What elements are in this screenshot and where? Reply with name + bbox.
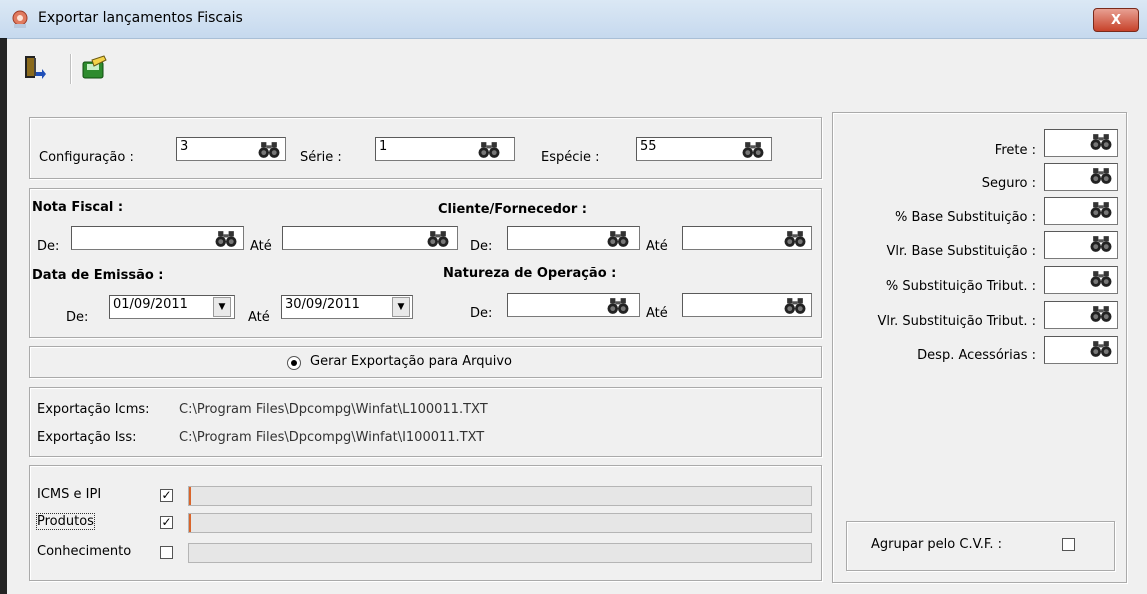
toolbar-separator	[70, 54, 72, 84]
export-icms-path: C:\Program Files\Dpcompg\Winfat\L100011.…	[179, 402, 488, 417]
export-iss-path: C:\Program Files\Dpcompg\Winfat\I100011.…	[179, 430, 485, 445]
configuracao-label: Configuração :	[39, 150, 134, 165]
nf-de-label: De:	[37, 239, 60, 254]
perc-subst-trib-label: % Substituição Tribut. :	[885, 279, 1036, 294]
export-file-radio-label[interactable]: Gerar Exportação para Arquivo	[310, 354, 512, 369]
conhecimento-checkbox[interactable]	[160, 546, 173, 559]
conhecimento-label: Conhecimento	[37, 544, 132, 559]
cliente-fornecedor-label: Cliente/Fornecedor :	[438, 202, 587, 217]
perc-subst-trib-search-icon[interactable]	[1090, 270, 1112, 288]
radio-dot-icon	[291, 360, 297, 366]
close-button[interactable]: X	[1093, 8, 1139, 32]
agrupar-cvf-checkbox[interactable]	[1062, 538, 1075, 551]
close-icon: X	[1110, 12, 1122, 28]
nf-ate-search-icon[interactable]	[427, 230, 449, 248]
produtos-progress	[188, 513, 812, 533]
export-file-radio[interactable]	[287, 356, 301, 370]
data-emissao-label: Data de Emissão :	[32, 268, 164, 283]
data-de-dropdown-button[interactable]: ▼	[213, 297, 231, 317]
frete-search-icon[interactable]	[1090, 133, 1112, 151]
seguro-label: Seguro :	[981, 176, 1036, 191]
data-ate-label: Até	[248, 310, 270, 325]
produtos-checkbox[interactable]: ✓	[160, 516, 173, 529]
seguro-search-icon[interactable]	[1090, 167, 1112, 185]
desp-acessorias-search-icon[interactable]	[1090, 340, 1112, 358]
window-left-border	[0, 38, 7, 594]
cli-de-label: De:	[470, 239, 493, 254]
produtos-label: Produtos	[36, 513, 95, 530]
data-de-label: De:	[66, 310, 89, 325]
export-icms-label: Exportação Icms:	[37, 402, 150, 417]
desp-acessorias-label: Desp. Acessórias :	[917, 348, 1036, 363]
cli-de-search-icon[interactable]	[607, 230, 629, 248]
agrupar-cvf-label: Agrupar pelo C.V.F. :	[871, 537, 1002, 552]
chevron-down-icon: ▼	[218, 302, 226, 312]
vlr-base-subst-search-icon[interactable]	[1090, 235, 1112, 253]
nf-de-search-icon[interactable]	[215, 230, 237, 248]
checkmark-icon: ✓	[161, 515, 172, 529]
window-title: Exportar lançamentos Fiscais	[38, 10, 243, 26]
serie-label: Série :	[300, 150, 342, 165]
serie-search-icon[interactable]	[478, 141, 500, 159]
especie-label: Espécie :	[541, 150, 600, 165]
especie-search-icon[interactable]	[742, 141, 764, 159]
frete-label: Frete :	[994, 143, 1036, 158]
chevron-down-icon: ▼	[397, 302, 405, 312]
cli-ate-label: Até	[646, 239, 668, 254]
nat-de-search-icon[interactable]	[607, 297, 629, 315]
app-icon	[12, 10, 28, 28]
nf-ate-label: Até	[250, 239, 272, 254]
title-bar[interactable]: Exportar lançamentos Fiscais X	[0, 0, 1147, 39]
icms-ipi-checkbox[interactable]: ✓	[160, 489, 173, 502]
exit-door-icon[interactable]	[22, 54, 46, 82]
nat-ate-label: Até	[646, 306, 668, 321]
nat-ate-search-icon[interactable]	[784, 297, 806, 315]
data-ate-dropdown-button[interactable]: ▼	[392, 297, 410, 317]
conhecimento-progress	[188, 543, 812, 563]
vlr-subst-trib-label: Vlr. Substituição Tribut. :	[877, 314, 1036, 329]
export-disk-icon[interactable]	[80, 54, 108, 82]
nota-fiscal-label: Nota Fiscal :	[32, 200, 124, 215]
nat-de-label: De:	[470, 306, 493, 321]
icms-ipi-progress	[188, 486, 812, 506]
cli-ate-search-icon[interactable]	[784, 230, 806, 248]
export-iss-label: Exportação Iss:	[37, 430, 137, 445]
vlr-subst-trib-search-icon[interactable]	[1090, 305, 1112, 323]
perc-base-subst-search-icon[interactable]	[1090, 201, 1112, 219]
natureza-operacao-label: Natureza de Operação :	[443, 266, 617, 281]
icms-ipi-label: ICMS e IPI	[37, 487, 102, 502]
configuracao-search-icon[interactable]	[258, 141, 280, 159]
checkmark-icon: ✓	[161, 488, 172, 502]
paths-group	[29, 387, 822, 457]
perc-base-subst-label: % Base Substituição :	[894, 210, 1036, 225]
vlr-base-subst-label: Vlr. Base Substituição :	[886, 244, 1036, 259]
